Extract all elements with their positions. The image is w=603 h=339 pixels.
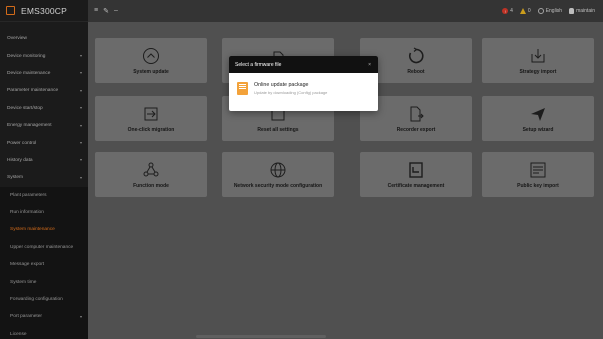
package-icon (237, 82, 248, 95)
modal-header: Select a firmware file × (229, 56, 378, 73)
firmware-modal: Select a firmware file × Online update p… (229, 56, 378, 111)
modal-title: Select a firmware file (235, 61, 282, 68)
close-icon[interactable]: × (368, 62, 371, 68)
option-title: Online update package (254, 82, 309, 88)
option-description: Update by downloading (Config) package (254, 90, 328, 95)
modal-overlay (0, 0, 603, 339)
online-update-option[interactable]: Online update package Update by download… (229, 73, 378, 104)
